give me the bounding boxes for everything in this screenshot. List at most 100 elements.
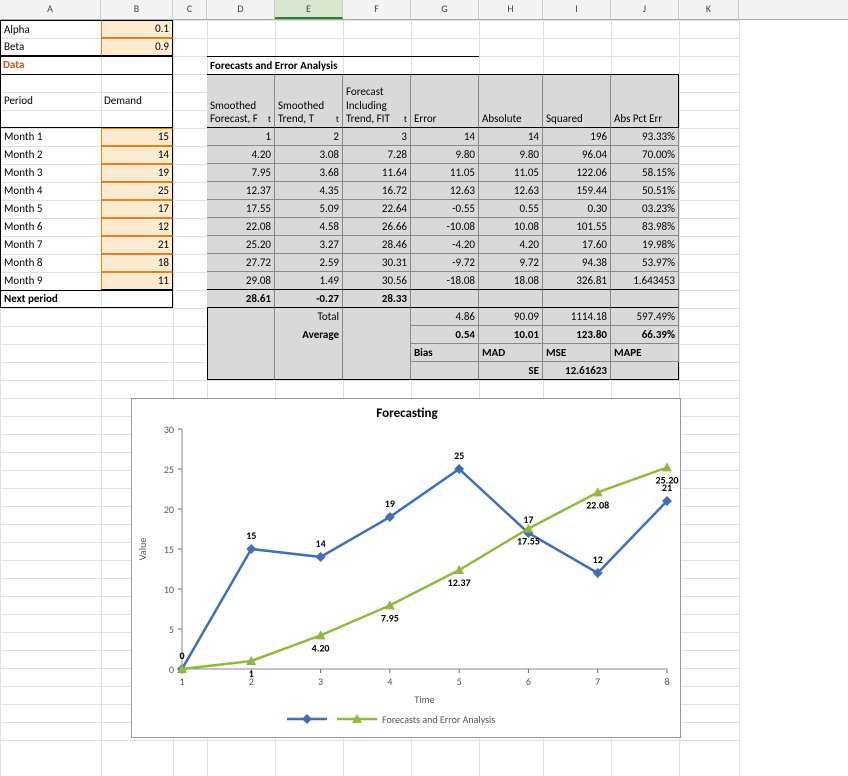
total-val-9[interactable]: 597.49% (611, 308, 679, 326)
pct-8[interactable]: 1.643453 (611, 272, 679, 290)
fit-2[interactable]: 11.64 (343, 164, 411, 182)
avg-label[interactable]: Average (275, 326, 343, 344)
next-blank-9[interactable] (611, 290, 679, 308)
sq-5[interactable]: 101.55 (543, 218, 611, 236)
column-header-H[interactable]: H (479, 0, 543, 19)
demand-6[interactable]: 21 (101, 236, 173, 254)
tt-0[interactable]: 2 (275, 128, 343, 146)
cell[interactable] (207, 326, 275, 344)
abs-0[interactable]: 14 (479, 128, 543, 146)
ft-5[interactable]: 22.08 (207, 218, 275, 236)
se-label[interactable]: SE (479, 362, 543, 380)
abs-2[interactable]: 11.05 (479, 164, 543, 182)
sq-4[interactable]: 0.30 (543, 200, 611, 218)
tt-3[interactable]: 4.35 (275, 182, 343, 200)
forecast-header[interactable]: Forecasts and Error Analysis (207, 56, 479, 74)
err-2[interactable]: 11.05 (411, 164, 479, 182)
next-ft[interactable]: 28.61 (207, 290, 275, 308)
cell[interactable] (343, 362, 411, 380)
pct-2[interactable]: 58.15% (611, 164, 679, 182)
abs-5[interactable]: 10.08 (479, 218, 543, 236)
hdr-forecast-including[interactable]: Forecast Including Trend, FITt (343, 74, 411, 128)
tt-2[interactable]: 3.68 (275, 164, 343, 182)
period-5[interactable]: Month 6 (0, 218, 101, 236)
cell[interactable] (411, 362, 479, 380)
pct-5[interactable]: 83.98% (611, 218, 679, 236)
cell[interactable] (207, 362, 275, 380)
demand-1[interactable]: 14 (101, 146, 173, 164)
total-label[interactable]: Total (275, 308, 343, 326)
next-tt[interactable]: -0.27 (275, 290, 343, 308)
ft-4[interactable]: 17.55 (207, 200, 275, 218)
pct-4[interactable]: 03.23% (611, 200, 679, 218)
tt-4[interactable]: 5.09 (275, 200, 343, 218)
next-blank-6[interactable] (411, 290, 479, 308)
demand-4[interactable]: 17 (101, 200, 173, 218)
demand-8[interactable]: 11 (101, 272, 173, 290)
period-2[interactable]: Month 3 (0, 164, 101, 182)
column-header-K[interactable]: K (679, 0, 739, 19)
next-period-label[interactable]: Next period (0, 290, 173, 308)
pct-7[interactable]: 53.97% (611, 254, 679, 272)
cell[interactable] (207, 344, 275, 362)
stat-MAPE[interactable]: MAPE (611, 344, 679, 362)
next-fit[interactable]: 28.33 (343, 290, 411, 308)
sq-2[interactable]: 122.06 (543, 164, 611, 182)
err-5[interactable]: -10.08 (411, 218, 479, 236)
period-1[interactable]: Month 2 (0, 146, 101, 164)
period-6[interactable]: Month 7 (0, 236, 101, 254)
spreadsheet[interactable]: ABCDEFGHIJK Alpha0.1Beta0.9DataForecasts… (0, 0, 848, 758)
sq-8[interactable]: 326.81 (543, 272, 611, 290)
err-0[interactable]: 14 (411, 128, 479, 146)
hdr-abspct[interactable]: Abs Pct Err (611, 74, 679, 128)
demand-0[interactable]: 15 (101, 128, 173, 146)
fit-0[interactable]: 3 (343, 128, 411, 146)
err-6[interactable]: -4.20 (411, 236, 479, 254)
sq-6[interactable]: 17.60 (543, 236, 611, 254)
hdr-period[interactable]: Period (0, 74, 101, 128)
sq-1[interactable]: 96.04 (543, 146, 611, 164)
column-header-B[interactable]: B (101, 0, 173, 19)
ft-2[interactable]: 7.95 (207, 164, 275, 182)
cell[interactable] (343, 326, 411, 344)
fit-8[interactable]: 30.56 (343, 272, 411, 290)
column-header-A[interactable]: A (0, 0, 101, 19)
total-val-6[interactable]: 4.86 (411, 308, 479, 326)
column-header-F[interactable]: F (343, 0, 411, 19)
hdr-smoothed-trend[interactable]: Smoothed Trend, Tt (275, 74, 343, 128)
avg-val-6[interactable]: 0.54 (411, 326, 479, 344)
fit-5[interactable]: 26.66 (343, 218, 411, 236)
sq-3[interactable]: 159.44 (543, 182, 611, 200)
alpha-value[interactable]: 0.1 (101, 20, 173, 38)
err-1[interactable]: 9.80 (411, 146, 479, 164)
column-header-D[interactable]: D (207, 0, 275, 19)
cell[interactable] (275, 362, 343, 380)
data-label[interactable]: Data (0, 56, 101, 74)
stat-Bias[interactable]: Bias (411, 344, 479, 362)
cell[interactable] (611, 362, 679, 380)
alpha-label[interactable]: Alpha (0, 20, 101, 38)
period-3[interactable]: Month 4 (0, 182, 101, 200)
tt-8[interactable]: 1.49 (275, 272, 343, 290)
cell[interactable] (207, 308, 275, 326)
cell[interactable] (343, 308, 411, 326)
demand-7[interactable]: 18 (101, 254, 173, 272)
column-header-G[interactable]: G (411, 0, 479, 19)
demand-5[interactable]: 12 (101, 218, 173, 236)
cell-grid[interactable]: Alpha0.1Beta0.9DataForecasts and Error A… (0, 20, 739, 758)
fit-6[interactable]: 28.46 (343, 236, 411, 254)
err-8[interactable]: -18.08 (411, 272, 479, 290)
ft-7[interactable]: 27.72 (207, 254, 275, 272)
ft-8[interactable]: 29.08 (207, 272, 275, 290)
beta-label[interactable]: Beta (0, 38, 101, 56)
abs-8[interactable]: 18.08 (479, 272, 543, 290)
cell[interactable] (343, 344, 411, 362)
stat-MSE[interactable]: MSE (543, 344, 611, 362)
pct-0[interactable]: 93.33% (611, 128, 679, 146)
abs-1[interactable]: 9.80 (479, 146, 543, 164)
abs-6[interactable]: 4.20 (479, 236, 543, 254)
fit-1[interactable]: 7.28 (343, 146, 411, 164)
tt-5[interactable]: 4.58 (275, 218, 343, 236)
period-4[interactable]: Month 5 (0, 200, 101, 218)
stat-MAD[interactable]: MAD (479, 344, 543, 362)
